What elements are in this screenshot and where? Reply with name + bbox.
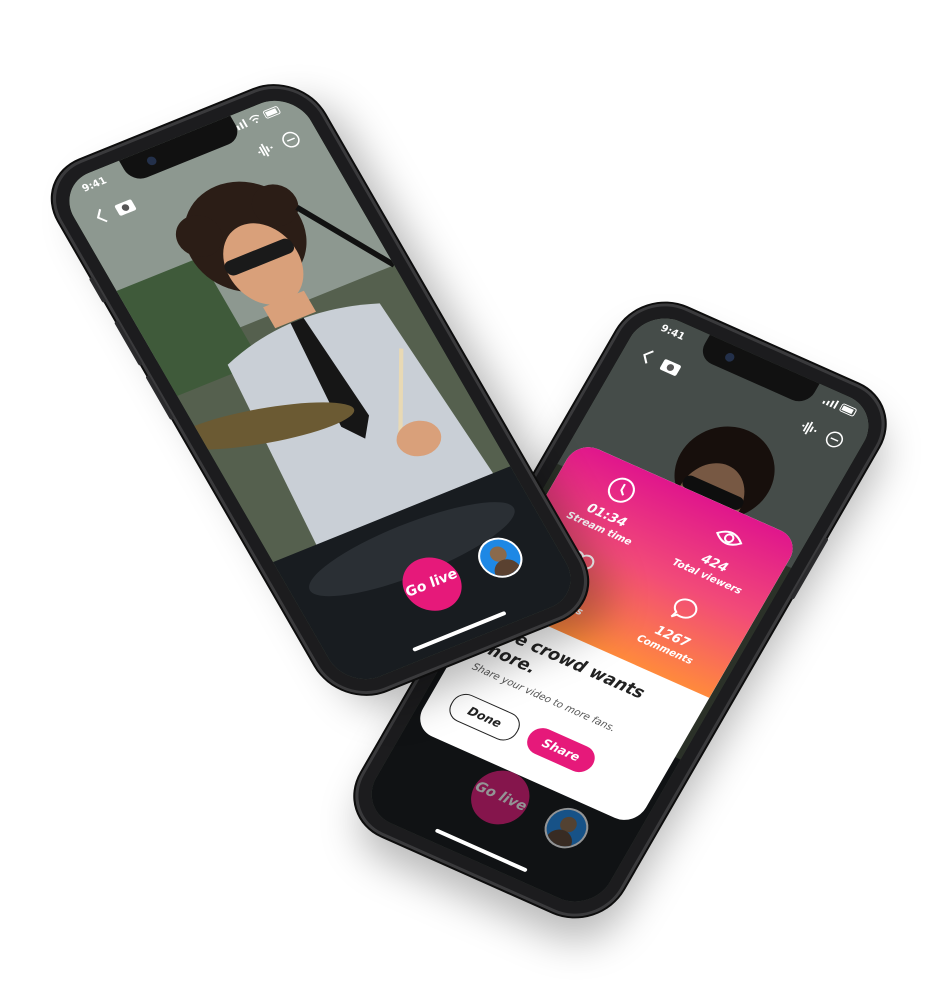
status-time: 9:41: [80, 175, 109, 195]
wifi-icon: [249, 114, 260, 124]
system-icons: [822, 395, 859, 417]
eye-icon: [715, 530, 743, 546]
comment-bubble-icon: [670, 598, 698, 619]
back-chevron-icon[interactable]: [637, 346, 657, 367]
back-chevron-icon[interactable]: [91, 206, 111, 226]
clock-icon: [607, 477, 635, 503]
front-camera: [723, 351, 737, 364]
front-camera: [145, 155, 159, 167]
share-button[interactable]: Share: [521, 723, 600, 777]
phone-camera-view: 9:41 Go live: [38, 75, 602, 705]
silent-switch: [88, 277, 107, 304]
stat-comments: 1267 Comments: [612, 577, 745, 677]
battery-icon: [263, 106, 281, 119]
screen: 9:41 Go live: [55, 90, 585, 690]
status-time: 9:41: [658, 323, 687, 343]
battery-icon: [839, 403, 857, 417]
signal-icon: [822, 400, 840, 409]
done-button[interactable]: Done: [444, 689, 526, 745]
